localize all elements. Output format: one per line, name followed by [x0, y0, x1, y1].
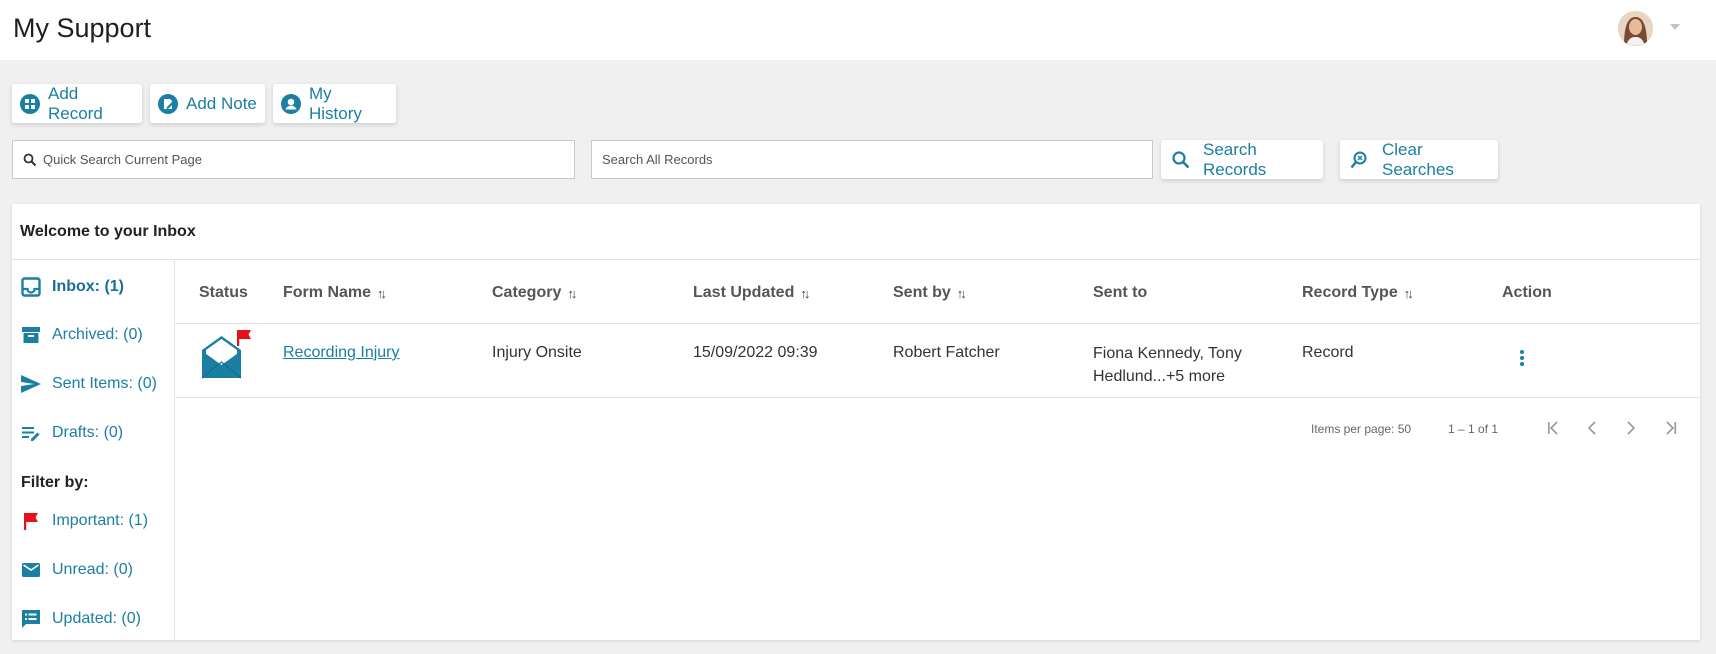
- add-record-icon: [20, 93, 40, 114]
- inbox-title: Welcome to your Inbox: [12, 204, 1700, 260]
- chevron-down-icon[interactable]: [1668, 20, 1682, 34]
- my-history-button[interactable]: My History: [273, 84, 396, 123]
- form-name-cell[interactable]: Recording Injury: [283, 341, 400, 364]
- sort-icon[interactable]: ↑↓: [377, 286, 387, 301]
- first-page-icon[interactable]: [1540, 415, 1566, 441]
- sort-icon[interactable]: ↑↓: [567, 286, 577, 301]
- add-note-button[interactable]: Add Note: [150, 84, 265, 123]
- column-sent-to: Sent to: [1093, 284, 1148, 301]
- filter-important[interactable]: Important: (1): [20, 510, 148, 532]
- avatar[interactable]: [1618, 11, 1653, 46]
- mail-icon: [20, 559, 42, 581]
- user-circle-icon: [281, 93, 301, 114]
- send-icon: [20, 373, 42, 395]
- sort-icon[interactable]: ↑↓: [1404, 286, 1414, 301]
- clear-search-icon: [1350, 150, 1370, 170]
- column-last-updated[interactable]: Last Updated ↑↓: [693, 284, 810, 302]
- category-cell: Injury Onsite: [492, 344, 582, 361]
- column-action: Action: [1502, 284, 1552, 301]
- table-header: Status Form Name ↑↓ Category ↑↓ Last Upd…: [175, 260, 1700, 324]
- sidebar-item-inbox[interactable]: Inbox: (1): [20, 276, 124, 298]
- clear-searches-button[interactable]: Clear Searches: [1340, 140, 1498, 179]
- search-icon: [23, 153, 37, 167]
- search-all-field[interactable]: [591, 140, 1153, 179]
- archive-icon: [20, 324, 42, 346]
- column-sent-by[interactable]: Sent by ↑↓: [893, 284, 967, 302]
- filter-updated[interactable]: Updated: (0): [20, 608, 141, 630]
- sidebar-item-archived[interactable]: Archived: (0): [20, 324, 143, 346]
- sent-to-line: Hedlund...+5 more: [1093, 368, 1226, 385]
- last-updated-cell: 15/09/2022 09:39: [693, 344, 818, 361]
- form-name-link[interactable]: Recording Injury: [283, 344, 400, 361]
- add-note-label: Add Note: [186, 93, 257, 113]
- sidebar-item-sent[interactable]: Sent Items: (0): [20, 373, 157, 395]
- kebab-icon: [1520, 350, 1524, 366]
- sidebar-item-drafts[interactable]: Drafts: (0): [20, 422, 123, 444]
- search-records-button[interactable]: Search Records: [1161, 140, 1323, 179]
- record-type-cell: Record: [1302, 344, 1354, 361]
- quick-search-input[interactable]: [43, 152, 564, 167]
- add-record-button[interactable]: Add Record: [12, 84, 142, 123]
- table-row[interactable]: Recording Injury Injury Onsite 15/09/202…: [175, 324, 1700, 398]
- search-records-label: Search Records: [1203, 139, 1267, 179]
- filter-unread[interactable]: Unread: (0): [20, 559, 133, 581]
- filter-label: Unread: (0): [52, 561, 133, 578]
- page-title: My Support: [13, 13, 152, 43]
- filter-label: Updated: (0): [52, 610, 141, 627]
- sidebar-item-label: Drafts: (0): [52, 424, 124, 441]
- sent-to-line: Fiona Kennedy, Tony: [1093, 345, 1242, 362]
- filter-by-label: Filter by:: [21, 474, 89, 491]
- inbox-table: Status Form Name ↑↓ Category ↑↓ Last Upd…: [175, 260, 1700, 640]
- add-record-label: Add Record: [48, 83, 103, 123]
- filter-label: Important: (1): [52, 512, 149, 529]
- column-status: Status: [199, 284, 248, 301]
- add-note-icon: [158, 93, 178, 114]
- items-per-page[interactable]: Items per page: 50: [1311, 422, 1411, 436]
- sidebar-item-label: Inbox: (1): [52, 278, 124, 295]
- previous-page-icon[interactable]: [1579, 415, 1605, 441]
- next-page-icon[interactable]: [1618, 415, 1644, 441]
- sort-icon[interactable]: ↑↓: [800, 286, 810, 301]
- last-page-icon[interactable]: [1658, 415, 1684, 441]
- page-range: 1 – 1 of 1: [1448, 422, 1499, 436]
- more-actions-button[interactable]: [1510, 344, 1534, 372]
- top-bar: My Support: [0, 0, 1716, 60]
- column-form-name[interactable]: Form Name ↑↓: [283, 284, 387, 302]
- search-icon: [1171, 150, 1191, 170]
- inbox-sidebar: Inbox: (1) Archived: (0) Sent Items: (0)…: [12, 260, 175, 640]
- column-category[interactable]: Category ↑↓: [492, 284, 577, 302]
- my-history-label: My History: [309, 83, 362, 123]
- search-all-input[interactable]: [602, 152, 1142, 167]
- open-envelope-flagged-icon: [199, 328, 257, 384]
- sidebar-item-label: Sent Items: (0): [52, 375, 157, 392]
- flag-icon: [20, 510, 42, 532]
- updated-icon: [20, 608, 42, 630]
- sidebar-item-label: Archived: (0): [52, 326, 143, 343]
- clear-searches-label: Clear Searches: [1382, 139, 1454, 179]
- column-record-type[interactable]: Record Type ↑↓: [1302, 284, 1414, 302]
- sent-to-cell: Fiona Kennedy, Tony Hedlund...+5 more: [1093, 342, 1242, 388]
- inbox-icon: [20, 276, 42, 298]
- drafts-icon: [20, 422, 42, 444]
- inbox-panel: Welcome to your Inbox Inbox: (1) Archive…: [12, 204, 1700, 640]
- sort-icon[interactable]: ↑↓: [957, 286, 967, 301]
- quick-search-field[interactable]: [12, 140, 575, 179]
- sent-by-cell: Robert Fatcher: [893, 344, 1000, 361]
